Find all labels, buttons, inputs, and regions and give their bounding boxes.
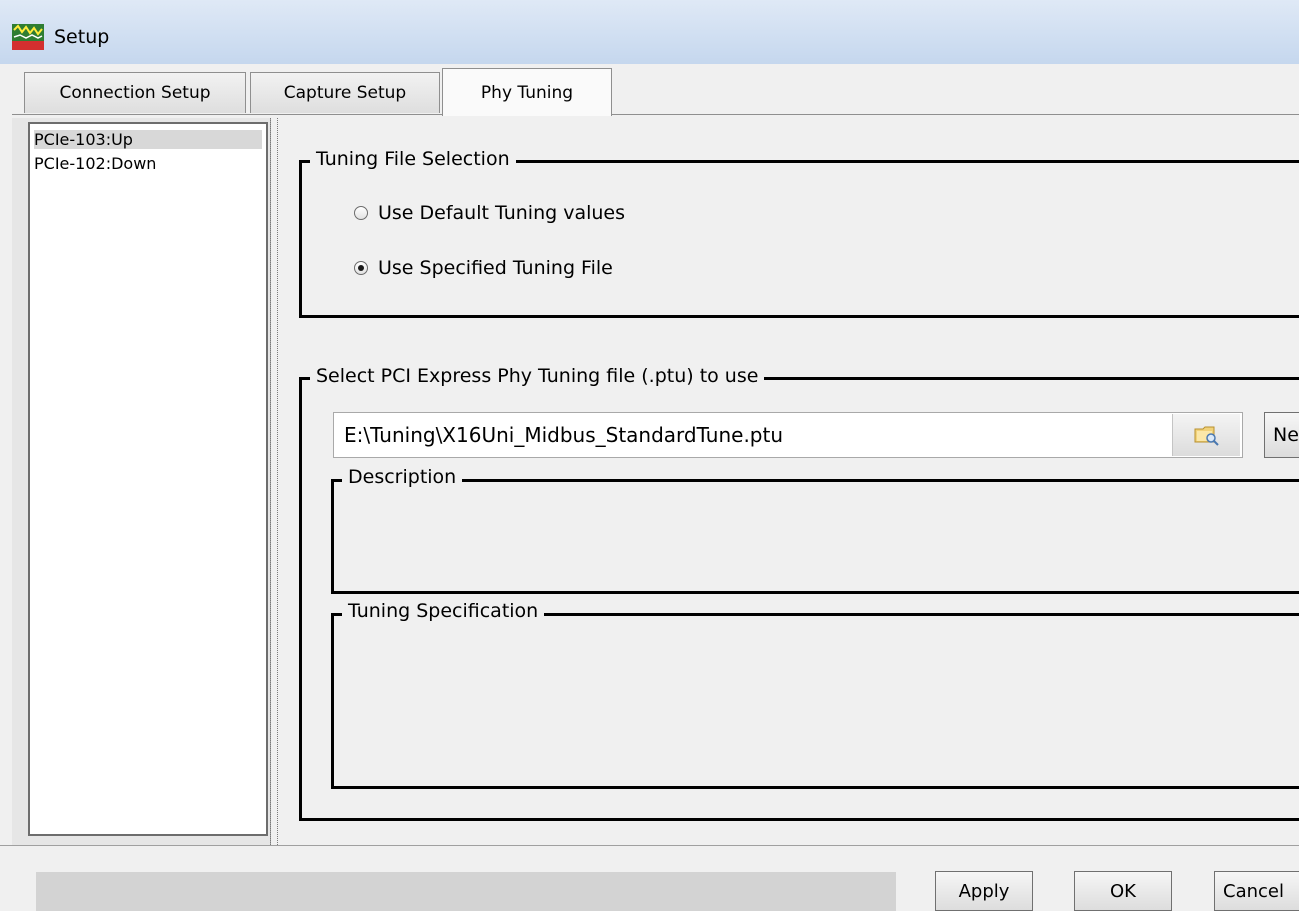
title-bar: Setup xyxy=(0,0,1299,64)
tuning-file-path-input[interactable]: E:\Tuning\X16Uni_Midbus_StandardTune.ptu xyxy=(333,412,1243,458)
radio-label: Use Specified Tuning File xyxy=(378,257,613,279)
cancel-button[interactable]: Cancel xyxy=(1214,871,1299,911)
list-item-pcie-103-up[interactable]: PCIe-103:Up xyxy=(34,130,262,149)
browse-file-button[interactable] xyxy=(1172,414,1240,456)
tab-divider xyxy=(12,114,1299,115)
radio-button[interactable] xyxy=(354,206,368,220)
tuning-file-selection-group xyxy=(299,160,1299,318)
tab-label: Capture Setup xyxy=(283,83,407,103)
tab-label: Phy Tuning xyxy=(480,82,574,103)
tuning-specification-group xyxy=(331,613,1299,789)
new-file-button[interactable]: New xyxy=(1264,412,1299,458)
link-list[interactable]: PCIe-103:Up PCIe-102:Down xyxy=(28,122,268,836)
tab-connection-setup[interactable]: Connection Setup xyxy=(24,72,246,113)
description-group xyxy=(331,479,1299,594)
ok-button[interactable]: OK xyxy=(1074,871,1172,911)
radio-default-tuning[interactable]: Use Default Tuning values xyxy=(354,202,625,224)
radio-button-checked[interactable] xyxy=(354,261,368,275)
status-bar xyxy=(36,872,896,911)
description-legend: Description xyxy=(342,466,463,488)
tab-label: Connection Setup xyxy=(59,83,211,103)
tuning-file-selection-legend: Tuning File Selection xyxy=(310,148,516,170)
radio-specified-tuning-file[interactable]: Use Specified Tuning File xyxy=(354,257,613,279)
tab-capture-setup[interactable]: Capture Setup xyxy=(250,72,440,113)
tuning-specification-legend: Tuning Specification xyxy=(342,600,545,622)
footer-divider xyxy=(0,845,1299,846)
window-title: Setup xyxy=(54,26,110,48)
ptu-file-group-legend: Select PCI Express Phy Tuning file (.ptu… xyxy=(310,365,765,387)
apply-button[interactable]: Apply xyxy=(935,871,1033,911)
radio-label: Use Default Tuning values xyxy=(378,202,626,224)
tab-phy-tuning[interactable]: Phy Tuning xyxy=(442,68,612,116)
folder-search-icon xyxy=(1194,426,1219,446)
splitter-handle[interactable] xyxy=(270,118,278,845)
app-icon xyxy=(12,24,44,50)
list-item-pcie-102-down[interactable]: PCIe-102:Down xyxy=(34,154,156,173)
